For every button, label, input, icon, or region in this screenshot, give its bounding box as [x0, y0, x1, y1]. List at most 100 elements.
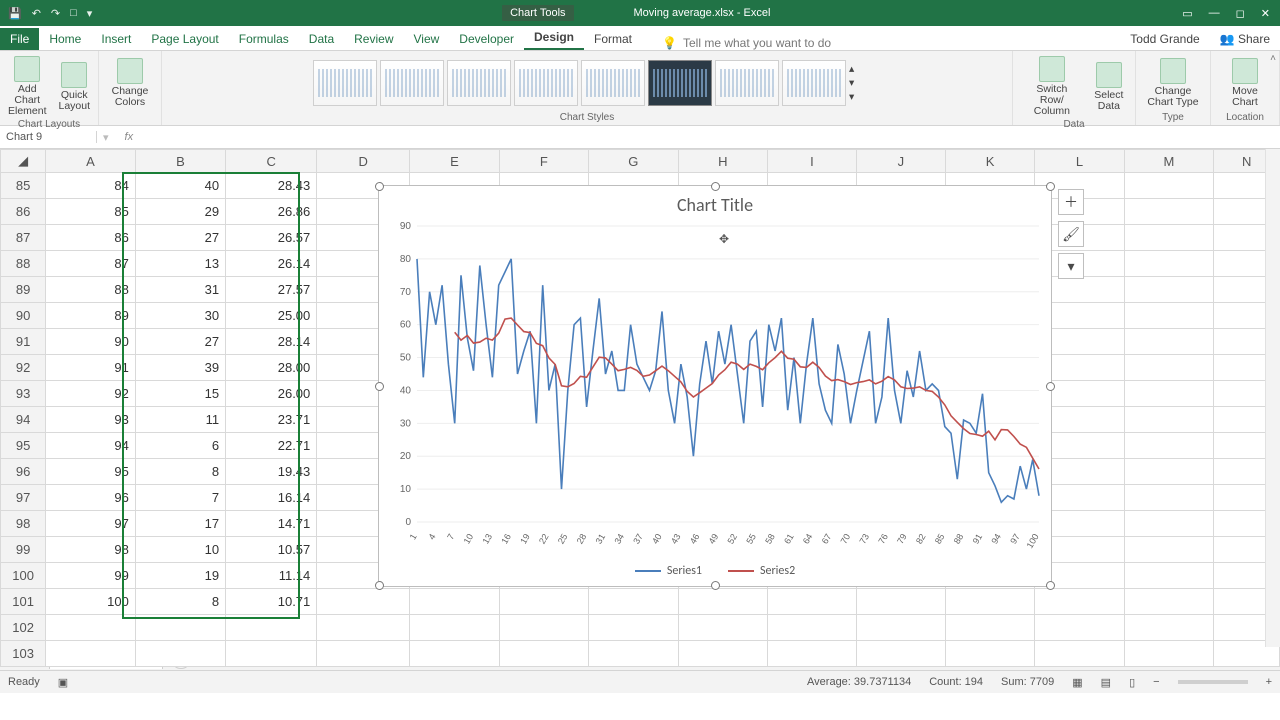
cell[interactable] — [678, 641, 768, 667]
cell[interactable]: 90 — [46, 329, 136, 355]
cell[interactable] — [1124, 641, 1214, 667]
cell[interactable]: 88 — [46, 277, 136, 303]
cell[interactable]: 10.71 — [226, 589, 317, 615]
row-header[interactable]: 103 — [1, 641, 46, 667]
col-header[interactable]: B — [135, 150, 225, 173]
row-header[interactable]: 93 — [1, 381, 46, 407]
cell[interactable]: 11.14 — [226, 563, 317, 589]
qat-more-icon[interactable]: ▾ — [87, 7, 93, 20]
cell[interactable]: 85 — [46, 199, 136, 225]
cell[interactable] — [768, 641, 857, 667]
cell[interactable] — [135, 641, 225, 667]
tab-format[interactable]: Format — [584, 28, 642, 50]
cell[interactable]: 95 — [46, 459, 136, 485]
row-header[interactable]: 86 — [1, 199, 46, 225]
cell[interactable]: 26.57 — [226, 225, 317, 251]
vertical-scrollbar[interactable] — [1265, 149, 1280, 647]
chart-object[interactable]: Chart Title ✥ 01020304050607080901471013… — [378, 185, 1052, 587]
row-header[interactable]: 97 — [1, 485, 46, 511]
tab-home[interactable]: Home — [39, 28, 91, 50]
chart-plot-area[interactable]: 0102030405060708090147101316192225283134… — [417, 226, 1039, 522]
cell[interactable] — [768, 589, 857, 615]
cell[interactable] — [499, 589, 588, 615]
save-icon[interactable]: 💾 — [8, 7, 22, 20]
cell[interactable] — [226, 641, 317, 667]
row-header[interactable]: 94 — [1, 407, 46, 433]
cell[interactable] — [410, 589, 499, 615]
cell[interactable]: 19.43 — [226, 459, 317, 485]
gallery-down-icon[interactable]: ▾ — [849, 77, 861, 89]
cell[interactable]: 19 — [135, 563, 225, 589]
cell[interactable] — [1124, 173, 1214, 199]
cell[interactable]: 8 — [135, 589, 225, 615]
tell-me[interactable]: Tell me what you want to do — [683, 36, 831, 50]
col-header[interactable]: G — [588, 150, 678, 173]
zoom-slider[interactable] — [1178, 680, 1248, 684]
cell[interactable] — [46, 615, 136, 641]
cell[interactable] — [1124, 563, 1214, 589]
gallery-more-icon[interactable]: ▾ — [849, 91, 861, 103]
cell[interactable] — [499, 641, 588, 667]
cell[interactable] — [588, 615, 678, 641]
cell[interactable] — [588, 641, 678, 667]
redo-icon[interactable]: ↷ — [51, 7, 60, 20]
cell[interactable]: 29 — [135, 199, 225, 225]
tab-insert[interactable]: Insert — [91, 28, 141, 50]
cell[interactable] — [1035, 641, 1124, 667]
cell[interactable] — [945, 589, 1034, 615]
row-header[interactable]: 101 — [1, 589, 46, 615]
fx-icon[interactable]: fx — [115, 131, 144, 143]
col-header[interactable]: D — [317, 150, 410, 173]
col-header[interactable]: J — [856, 150, 945, 173]
cell[interactable]: 26.86 — [226, 199, 317, 225]
cell[interactable] — [1124, 511, 1214, 537]
tab-file[interactable]: File — [0, 28, 39, 50]
cell[interactable] — [1124, 329, 1214, 355]
cell[interactable] — [1124, 225, 1214, 251]
row-header[interactable]: 98 — [1, 511, 46, 537]
tab-developer[interactable]: Developer — [449, 28, 524, 50]
cell[interactable]: 27 — [135, 225, 225, 251]
zoom-in-icon[interactable]: + — [1266, 676, 1272, 688]
row-header[interactable]: 95 — [1, 433, 46, 459]
row-header[interactable]: 99 — [1, 537, 46, 563]
cell[interactable]: 16.14 — [226, 485, 317, 511]
chart-elements-button[interactable]: ＋ — [1058, 189, 1084, 215]
worksheet[interactable]: ◢ABCDEFGHIJKLMN85844028.4386852926.86878… — [0, 149, 1280, 647]
cell[interactable]: 30 — [135, 303, 225, 329]
macro-record-icon[interactable]: ▣ — [58, 676, 68, 689]
cell[interactable] — [1124, 303, 1214, 329]
add-chart-element-button[interactable]: Add Chart Element — [4, 54, 51, 119]
cell[interactable] — [499, 615, 588, 641]
change-colors-button[interactable]: Change Colors — [105, 56, 155, 110]
cell[interactable]: 17 — [135, 511, 225, 537]
cell[interactable]: 93 — [46, 407, 136, 433]
cell[interactable]: 27 — [135, 329, 225, 355]
col-header[interactable]: I — [768, 150, 857, 173]
maximize-icon[interactable]: ◻ — [1236, 7, 1245, 20]
tab-view[interactable]: View — [404, 28, 450, 50]
tab-review[interactable]: Review — [344, 28, 403, 50]
name-box[interactable]: Chart 9 — [0, 131, 97, 143]
cell[interactable]: 27.57 — [226, 277, 317, 303]
user-name[interactable]: Todd Grande — [1120, 28, 1209, 50]
tab-data[interactable]: Data — [299, 28, 344, 50]
row-header[interactable]: 92 — [1, 355, 46, 381]
cell[interactable] — [1124, 199, 1214, 225]
cell[interactable]: 10.57 — [226, 537, 317, 563]
col-header[interactable]: H — [678, 150, 768, 173]
col-header[interactable]: L — [1035, 150, 1124, 173]
cell[interactable] — [768, 615, 857, 641]
cell[interactable]: 86 — [46, 225, 136, 251]
move-chart-button[interactable]: Move Chart — [1217, 56, 1273, 110]
select-data-button[interactable]: Select Data — [1089, 60, 1129, 114]
cell[interactable]: 31 — [135, 277, 225, 303]
cell[interactable] — [1035, 615, 1124, 641]
cell[interactable]: 26.00 — [226, 381, 317, 407]
cell[interactable]: 92 — [46, 381, 136, 407]
col-header[interactable]: E — [410, 150, 499, 173]
cell[interactable] — [410, 641, 499, 667]
cell[interactable]: 23.71 — [226, 407, 317, 433]
cell[interactable] — [1124, 251, 1214, 277]
cell[interactable] — [1124, 459, 1214, 485]
